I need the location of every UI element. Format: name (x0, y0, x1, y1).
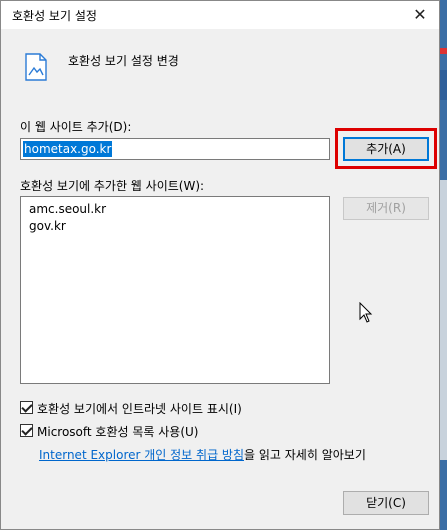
ms-list-checkbox-label[interactable]: Microsoft 호환성 목록 사용(U) (37, 423, 198, 440)
mouse-pointer-icon (359, 302, 373, 323)
list-item[interactable]: gov.kr (29, 218, 321, 235)
dialog-title: 호환성 보기 설정 (12, 9, 97, 23)
sites-listbox[interactable]: amc.seoul.kr gov.kr (20, 196, 330, 384)
sites-list-label: 호환성 보기에 추가한 웹 사이트(W): (20, 179, 205, 193)
page-icon (25, 53, 47, 81)
close-icon[interactable]: ✕ (409, 4, 431, 26)
background-window-edge (440, 0, 447, 530)
background-accent (440, 70, 447, 100)
title-bar: 호환성 보기 설정 ✕ (1, 1, 439, 29)
privacy-statement: Internet Explorer 개인 정보 취급 방침을 읽고 자세히 알아… (39, 446, 366, 463)
privacy-suffix: 을 읽고 자세히 알아보기 (244, 448, 366, 462)
close-button[interactable]: 닫기(C) (343, 491, 429, 515)
background-accent (440, 48, 447, 54)
header-text: 호환성 보기 설정 변경 (68, 54, 179, 68)
intranet-checkbox-label[interactable]: 호환성 보기에서 인트라넷 사이트 표시(I) (37, 400, 242, 417)
ms-list-checkbox[interactable] (20, 424, 33, 437)
add-button[interactable]: 추가(A) (343, 137, 429, 161)
background-accent (440, 180, 447, 460)
remove-button[interactable]: 제거(R) (343, 197, 429, 220)
privacy-link[interactable]: Internet Explorer 개인 정보 취급 방침 (39, 448, 244, 462)
add-site-input[interactable]: hometax.go.kr (20, 138, 330, 160)
add-site-label: 이 웹 사이트 추가(D): (20, 120, 132, 134)
intranet-checkbox[interactable] (20, 401, 33, 414)
add-site-input-value: hometax.go.kr (23, 141, 113, 157)
compat-view-dialog: 호환성 보기 설정 ✕ 호환성 보기 설정 변경 이 웹 사이트 추가(D): … (0, 0, 440, 530)
list-item[interactable]: amc.seoul.kr (29, 201, 321, 218)
